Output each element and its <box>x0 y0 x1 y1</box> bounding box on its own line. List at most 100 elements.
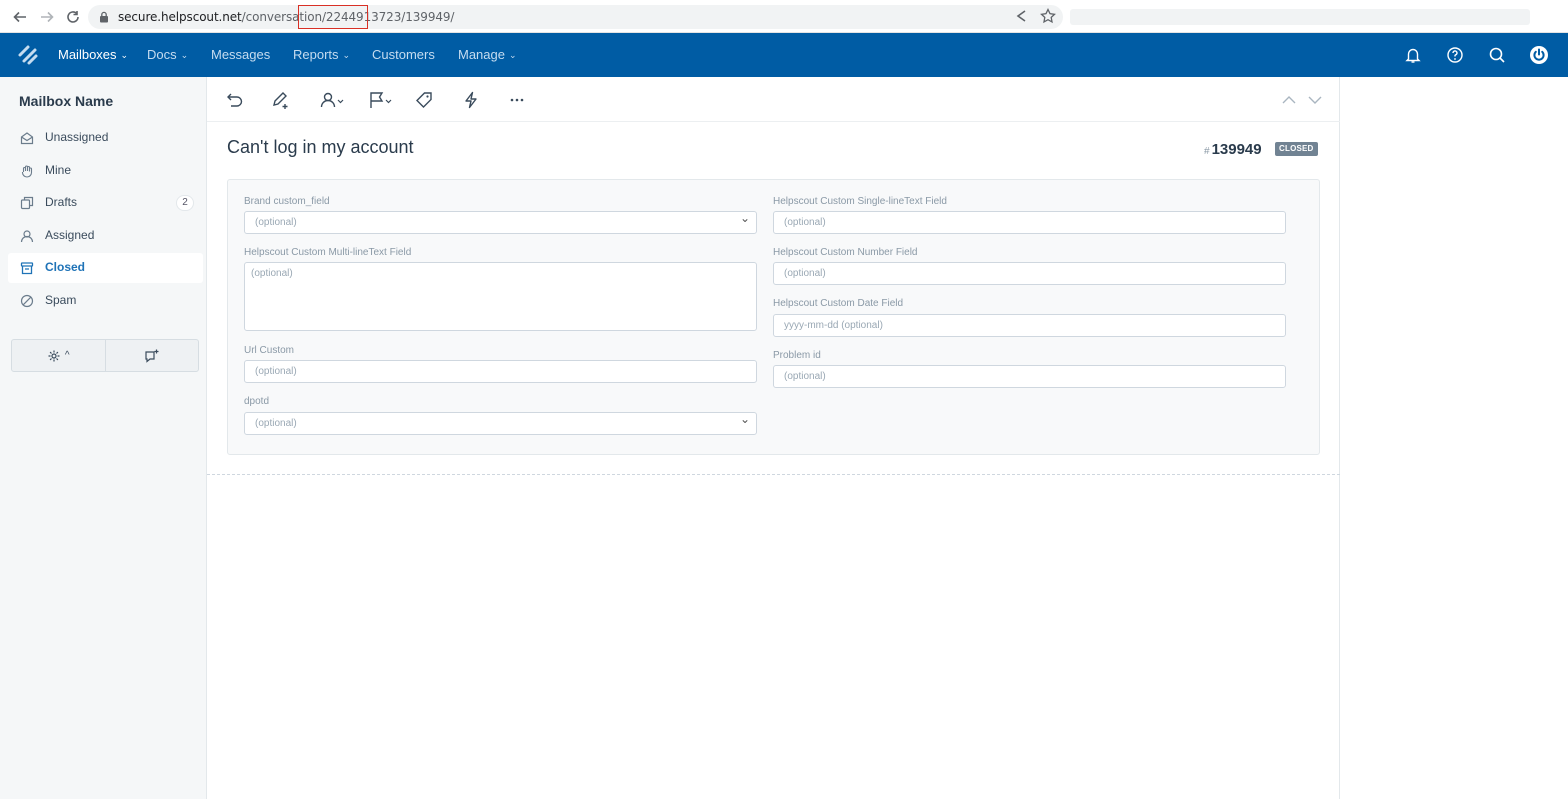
address-bar[interactable]: secure.helpscout.net/conversation/224491… <box>88 5 1063 29</box>
flag-dropdown-icon <box>370 92 392 108</box>
nav-reports-label: Reports <box>293 47 339 62</box>
singleline-field-input[interactable]: (optional) <box>773 211 1286 234</box>
status-button[interactable] <box>367 89 395 111</box>
nav-messages[interactable]: Messages <box>211 33 270 77</box>
sidebar-item-assigned[interactable]: Assigned <box>8 221 203 251</box>
hand-icon <box>21 165 33 178</box>
url-highlight-box <box>298 5 368 29</box>
nav-manage-label: Manage <box>458 47 505 62</box>
reload-icon <box>67 11 79 23</box>
nav-mailboxes[interactable]: Mailboxes ⌄ <box>58 33 128 77</box>
brand-field-select[interactable]: (optional) <box>244 211 757 234</box>
url-field-label: Url Custom <box>244 345 295 356</box>
status-badge: CLOSED <box>1275 142 1318 156</box>
workflow-button[interactable] <box>459 89 483 111</box>
conversation-number-value: 139949 <box>1211 141 1262 158</box>
next-conversation-button[interactable] <box>1303 89 1327 111</box>
url-path-end: /139949/ <box>401 10 455 24</box>
chevron-down-icon: ⌄ <box>508 50 517 60</box>
url-domain: secure.helpscout.net <box>118 10 242 24</box>
help-button[interactable] <box>1444 44 1466 66</box>
help-icon <box>1447 47 1463 63</box>
share-button[interactable] <box>1013 7 1031 25</box>
dpotd-field-select[interactable]: (optional) <box>244 412 757 435</box>
sidebar-item-mine[interactable]: Mine <box>8 156 203 186</box>
star-icon <box>1040 7 1056 24</box>
pen-plus-icon <box>273 92 288 109</box>
conversation-subject[interactable]: Can't log in my account <box>227 137 414 158</box>
back-button[interactable] <box>9 6 31 28</box>
note-button[interactable] <box>269 89 293 111</box>
chevron-down-icon: ⌄ <box>342 50 351 60</box>
problem-id-field-label: Problem id <box>773 350 821 361</box>
block-icon <box>20 294 34 308</box>
url-text: secure.helpscout.net/conversation/224491… <box>118 9 454 25</box>
undo-icon <box>227 93 243 107</box>
forward-button[interactable] <box>36 6 58 28</box>
inbox-icon <box>20 132 34 145</box>
thread-divider <box>207 474 1340 475</box>
reload-button[interactable] <box>62 6 84 28</box>
number-field-input[interactable]: (optional) <box>773 262 1286 285</box>
nav-docs[interactable]: Docs ⌄ <box>147 33 188 77</box>
nav-messages-label: Messages <box>211 47 271 62</box>
sidebar-item-label: Spam <box>45 293 77 307</box>
person-dropdown-icon <box>320 92 344 108</box>
previous-conversation-button[interactable] <box>1277 89 1301 111</box>
bookmark-button[interactable] <box>1039 7 1057 25</box>
nav-customers-label: Customers <box>372 47 435 62</box>
browser-extension-area <box>1070 9 1530 25</box>
date-field-input[interactable]: yyyy-mm-dd (optional) <box>773 314 1286 337</box>
lock-icon <box>100 11 108 23</box>
undo-button[interactable] <box>223 89 247 111</box>
date-field-label: Helpscout Custom Date Field <box>773 298 904 309</box>
mailbox-name[interactable]: Mailbox Name <box>19 93 113 109</box>
nav-reports[interactable]: Reports ⌄ <box>293 33 350 77</box>
arrow-right-icon <box>41 11 54 23</box>
account-button[interactable] <box>1528 44 1550 66</box>
dpotd-field-label: dpotd <box>244 396 270 407</box>
nav-docs-label: Docs <box>147 47 177 62</box>
chevron-down-icon: ⌄ <box>180 50 189 60</box>
mailbox-settings-button[interactable]: ^ <box>12 340 105 371</box>
chevron-down-icon <box>1308 96 1322 104</box>
share-icon <box>1016 10 1026 22</box>
url-field-input[interactable]: (optional) <box>244 360 757 383</box>
drafts-count-badge: 2 <box>176 195 194 211</box>
drafts-icon <box>20 196 34 210</box>
notifications-button[interactable] <box>1402 44 1424 66</box>
sidebar-item-closed[interactable]: Closed <box>8 253 203 283</box>
conversation-number: #139949 <box>1204 141 1262 158</box>
multiline-field-textarea[interactable]: (optional) <box>244 262 757 331</box>
archive-icon <box>20 262 34 275</box>
number-field-label: Helpscout Custom Number Field <box>773 247 918 258</box>
new-conversation-button[interactable] <box>104 340 199 371</box>
search-icon <box>1489 47 1505 63</box>
new-conversation-icon <box>145 349 159 363</box>
nav-manage[interactable]: Manage ⌄ <box>458 33 517 77</box>
sidebar-item-label: Unassigned <box>45 130 109 144</box>
more-actions-button[interactable] <box>505 89 529 111</box>
sidebar-item-label: Closed <box>45 260 86 274</box>
helpscout-logo[interactable] <box>16 43 40 67</box>
mailbox-sidebar: Mailbox Name Unassigned Mine Drafts 2 As… <box>0 77 207 799</box>
nav-customers[interactable]: Customers <box>372 33 435 77</box>
more-icon <box>510 98 524 102</box>
tag-button[interactable] <box>412 89 436 111</box>
lightning-icon <box>465 91 477 109</box>
problem-id-field-input[interactable]: (optional) <box>773 365 1286 388</box>
sidebar-tools: ^ <box>11 339 199 372</box>
tag-icon <box>416 92 432 108</box>
caret-up-icon: ^ <box>64 350 70 361</box>
logo-icon <box>18 45 38 65</box>
sidebar-item-unassigned[interactable]: Unassigned <box>8 123 203 153</box>
browser-toolbar: secure.helpscout.net/conversation/224491… <box>0 0 1568 33</box>
sidebar-item-drafts[interactable]: Drafts 2 <box>8 188 203 218</box>
multiline-field-label: Helpscout Custom Multi-lineText Field <box>244 247 412 258</box>
chevron-down-icon: ⌄ <box>120 50 129 60</box>
customer-sidebar <box>1341 77 1568 799</box>
gear-icon <box>48 350 60 361</box>
assign-button[interactable] <box>319 89 347 111</box>
search-button[interactable] <box>1486 44 1508 66</box>
sidebar-item-spam[interactable]: Spam <box>8 286 203 316</box>
